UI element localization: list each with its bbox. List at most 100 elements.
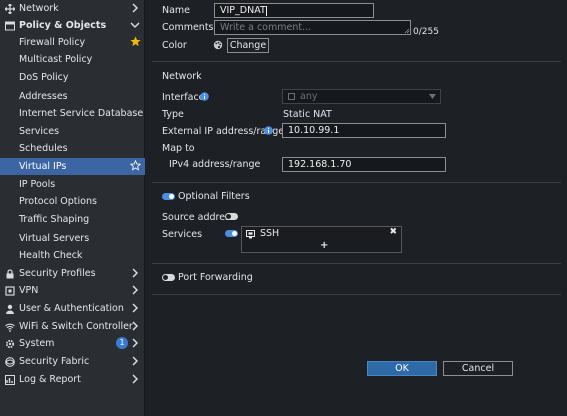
interface-select[interactable]: any (282, 89, 441, 104)
chevron-right-icon (132, 356, 139, 366)
add-service-icon[interactable]: + (320, 240, 328, 251)
sidebar-item-security-fabric[interactable]: Security Fabric (0, 353, 145, 370)
name-label: Name (162, 5, 191, 16)
palette-icon (213, 40, 223, 50)
sidebar-item-log-report[interactable]: Log & Report (0, 371, 145, 388)
fabric-icon (5, 356, 15, 367)
chevron-right-icon (132, 303, 139, 313)
change-color-button[interactable]: Change (227, 38, 269, 53)
port-forwarding-toggle[interactable] (162, 274, 175, 281)
services-label: Services (162, 229, 203, 240)
ipv4-input[interactable]: 192.168.1.70 (282, 157, 446, 172)
sidebar-item-label: WiFi & Switch Controller (19, 321, 133, 332)
sidebar-item-label: Policy & Objects (19, 20, 107, 31)
sidebar-item-label: DoS Policy (19, 72, 69, 83)
network-icon (5, 3, 15, 14)
sidebar-item-schedules[interactable]: Schedules (0, 140, 145, 157)
vpn-icon (5, 285, 15, 296)
gear-icon (5, 339, 15, 349)
sidebar-item-label: Addresses (19, 91, 68, 102)
sidebar-item-ip-pools[interactable]: IP Pools (0, 176, 145, 193)
sidebar-item-label: Firewall Policy (19, 37, 86, 48)
name-value: VIP_DNAT (220, 5, 266, 16)
network-section-header: Network (162, 71, 202, 82)
cancel-button[interactable]: Cancel (443, 361, 513, 376)
sidebar-item-label: Services (19, 126, 60, 137)
sidebar-item-dos-policy[interactable]: DoS Policy (0, 69, 145, 86)
port-forwarding-label: Port Forwarding (178, 272, 253, 283)
map-to-label: Map to (162, 143, 195, 154)
chevron-down-icon (130, 22, 140, 29)
sidebar-item-services[interactable]: Services (0, 123, 145, 140)
sidebar-item-system[interactable]: System 1 (0, 335, 145, 352)
ipv4-value: 192.168.1.70 (288, 159, 352, 170)
chevron-down-icon (429, 94, 436, 99)
star-filled-icon[interactable] (130, 36, 141, 47)
chevron-right-icon (132, 374, 139, 384)
lock-icon (5, 268, 15, 279)
sidebar-item-user-authentication[interactable]: User & Authentication (0, 300, 145, 317)
services-toggle[interactable] (225, 230, 238, 237)
type-label: Type (162, 109, 184, 120)
wifi-icon (5, 322, 15, 332)
service-icon (246, 230, 255, 239)
source-address-toggle[interactable] (225, 213, 238, 220)
star-outline-icon[interactable] (130, 160, 141, 171)
sidebar-item-security-profiles[interactable]: Security Profiles (0, 265, 145, 282)
notification-badge: 1 (116, 337, 128, 349)
section-divider (152, 263, 561, 264)
sidebar-item-label: Log & Report (19, 374, 81, 385)
user-icon (5, 304, 15, 314)
info-icon[interactable] (200, 92, 209, 101)
policy-objects-icon (5, 21, 15, 31)
sidebar-item-label: Virtual Servers (19, 233, 90, 244)
chevron-right-icon (132, 321, 139, 331)
virtual-ip-form: Name VIP_DNAT Comments Write a comment..… (146, 0, 567, 416)
chevron-right-icon (132, 3, 139, 13)
section-divider (152, 294, 561, 295)
sidebar-item-traffic-shaping[interactable]: Traffic Shaping (0, 211, 145, 228)
comments-placeholder: Write a comment... (220, 22, 312, 33)
interface-label: Interface (162, 92, 205, 103)
comments-input[interactable]: Write a comment... (214, 20, 411, 35)
info-icon[interactable] (264, 126, 273, 135)
optional-filters-toggle[interactable] (162, 193, 175, 200)
services-list[interactable]: SSH ✖ + (241, 226, 402, 253)
section-divider (152, 61, 561, 62)
interface-value: any (300, 91, 318, 102)
sidebar-item-internet-service-database[interactable]: Internet Service Database (0, 105, 145, 122)
resize-grip-icon[interactable] (404, 28, 410, 34)
sidebar-item-label: Security Profiles (19, 268, 96, 279)
service-entry-ssh[interactable]: SSH (260, 228, 279, 239)
ok-button[interactable]: OK (367, 361, 437, 376)
sidebar-item-multicast-policy[interactable]: Multicast Policy (0, 51, 145, 68)
sidebar-item-protocol-options[interactable]: Protocol Options (0, 193, 145, 210)
optional-filters-label: Optional Filters (178, 191, 250, 202)
interface-checkbox (288, 93, 295, 100)
section-divider (152, 182, 561, 183)
sidebar-item-label: Health Check (19, 250, 83, 261)
remove-service-icon[interactable]: ✖ (389, 227, 397, 237)
sidebar-item-virtual-servers[interactable]: Virtual Servers (0, 230, 145, 247)
sidebar-item-label: Network (19, 3, 59, 14)
sidebar-item-health-check[interactable]: Health Check (0, 247, 145, 264)
sidebar-item-vpn[interactable]: VPN (0, 282, 145, 299)
chevron-right-icon (132, 338, 139, 348)
ipv4-label: IPv4 address/range (169, 159, 261, 170)
chevron-right-icon (132, 285, 139, 295)
sidebar-item-label: VPN (19, 285, 39, 296)
sidebar-item-network[interactable]: Network (0, 0, 145, 17)
name-input[interactable]: VIP_DNAT (214, 3, 374, 18)
chart-icon (5, 374, 15, 385)
sidebar-item-policy-objects[interactable]: Policy & Objects (0, 17, 145, 34)
sidebar-item-firewall-policy[interactable]: Firewall Policy (0, 34, 145, 51)
external-ip-input[interactable]: 10.10.99.1 (282, 123, 446, 138)
sidebar-item-addresses[interactable]: Addresses (0, 88, 145, 105)
sidebar-item-label: User & Authentication (19, 303, 124, 314)
sidebar-item-virtual-ips[interactable]: Virtual IPs (0, 158, 145, 175)
sidebar-item-label: Protocol Options (19, 196, 97, 207)
type-value: Static NAT (283, 109, 332, 120)
sidebar-item-wifi-switch-controller[interactable]: WiFi & Switch Controller (0, 318, 145, 335)
sidebar-item-label: Virtual IPs (19, 161, 67, 172)
sidebar-item-label: Internet Service Database (19, 108, 144, 119)
